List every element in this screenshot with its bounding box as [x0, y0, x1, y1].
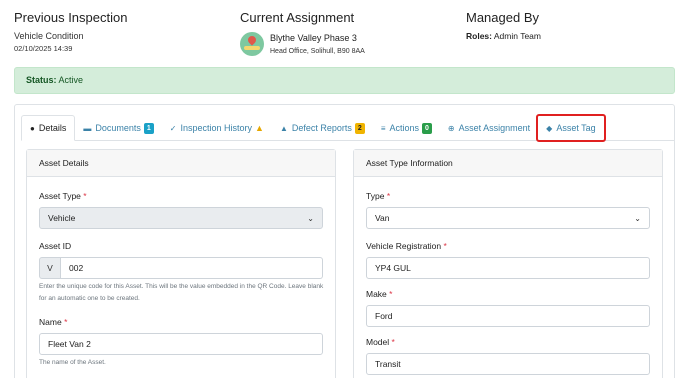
asset-id-input-group: V 002	[39, 257, 323, 279]
tab-inspection-history-label: Inspection History	[180, 123, 253, 133]
info-circle-icon: ●	[30, 123, 35, 133]
asset-card: ● Details ▬ Documents 1 ✓ Inspection His…	[14, 104, 675, 378]
model-label: Model *	[366, 337, 395, 347]
inspection-label[interactable]: Vehicle Condition	[14, 31, 127, 41]
previous-inspection-title: Previous Inspection	[14, 10, 128, 25]
asset-details-panel: Asset Details Asset Type * Vehicle ⌄ Ass…	[26, 149, 336, 378]
tab-documents[interactable]: ▬ Documents 1	[75, 116, 161, 140]
map-location-icon	[240, 32, 264, 56]
current-assignment: Current Assignment Blythe Valley Phase 3…	[240, 10, 365, 56]
tab-documents-label: Documents	[95, 123, 141, 133]
asset-id-prefix: V	[39, 257, 61, 279]
chevron-down-icon: ⌄	[634, 213, 641, 223]
status-value: Active	[58, 75, 84, 85]
asset-type-value: Vehicle	[48, 213, 76, 223]
defect-reports-count-badge: 2	[354, 122, 365, 134]
current-assignment-title: Current Assignment	[240, 10, 355, 25]
tab-actions-label: Actions	[389, 123, 419, 133]
tab-bar: ● Details ▬ Documents 1 ✓ Inspection His…	[21, 113, 674, 142]
list-icon: ≡	[380, 123, 386, 133]
type-value: Van	[375, 213, 390, 223]
asset-type-info-panel: Asset Type Information Type * Van ⌄ Vehi…	[353, 149, 663, 378]
tab-defect-reports[interactable]: ▲ Defect Reports 2	[272, 116, 373, 140]
roles-label: Roles:	[466, 31, 492, 41]
tab-asset-tag-label: Asset Tag	[556, 123, 596, 133]
asset-id-input[interactable]: 002	[61, 257, 323, 279]
asset-id-label: Asset ID	[39, 241, 72, 251]
asset-type-info-title: Asset Type Information	[354, 150, 662, 177]
status-label: Status:	[26, 75, 57, 85]
chevron-down-icon: ⌄	[307, 213, 314, 223]
tab-defect-reports-label: Defect Reports	[291, 123, 352, 133]
type-select[interactable]: Van ⌄	[366, 207, 650, 229]
registration-input[interactable]: YP4 GUL	[366, 257, 650, 279]
assignment-address: Head Office, Solihull, B90 8AA	[270, 48, 365, 55]
asset-id-help: Enter the unique code for this Asset. Th…	[39, 283, 324, 302]
inspection-date: 02/10/2025 14:39	[14, 44, 73, 53]
tag-icon: ◆	[546, 123, 553, 133]
name-input[interactable]: Fleet Van 2	[39, 333, 323, 355]
registration-label: Vehicle Registration *	[366, 241, 447, 251]
documents-count-badge: 1	[143, 122, 154, 134]
tab-asset-assignment-label: Asset Assignment	[458, 123, 531, 133]
make-label: Make *	[366, 289, 393, 299]
roles: Roles: Admin Team	[466, 31, 541, 41]
asset-details-title: Asset Details	[27, 150, 335, 177]
roles-value: Admin Team	[493, 31, 541, 41]
model-input[interactable]: Transit	[366, 353, 650, 375]
check-icon: ✓	[169, 123, 177, 133]
actions-count-badge: 0	[422, 122, 432, 134]
make-input[interactable]: Ford	[366, 305, 650, 327]
tab-asset-tag[interactable]: ◆ Asset Tag	[536, 114, 606, 142]
warning-icon: ▲	[255, 123, 264, 133]
folder-icon: ▬	[83, 123, 92, 133]
tab-actions[interactable]: ≡ Actions 0	[373, 116, 440, 140]
warning-triangle-icon: ▲	[279, 123, 288, 133]
status-alert: Status: Active	[14, 67, 675, 94]
plus-circle-icon: ⊕	[447, 123, 455, 133]
name-help: The name of the Asset.	[39, 359, 106, 366]
tab-details-label: Details	[38, 123, 67, 133]
name-label: Name *	[39, 317, 68, 327]
tab-asset-assignment[interactable]: ⊕ Asset Assignment	[440, 116, 538, 140]
assignment-name[interactable]: Blythe Valley Phase 3	[270, 33, 365, 43]
previous-inspection: Previous Inspection Vehicle Condition 02…	[14, 10, 127, 53]
managed-by: Managed By Roles: Admin Team	[466, 10, 541, 41]
tab-inspection-history[interactable]: ✓ Inspection History ▲	[162, 116, 272, 140]
asset-type-label: Asset Type *	[39, 191, 87, 201]
managed-by-title: Managed By	[466, 10, 539, 25]
type-label: Type *	[366, 191, 391, 201]
tab-details[interactable]: ● Details	[21, 115, 76, 141]
asset-type-select[interactable]: Vehicle ⌄	[39, 207, 323, 229]
